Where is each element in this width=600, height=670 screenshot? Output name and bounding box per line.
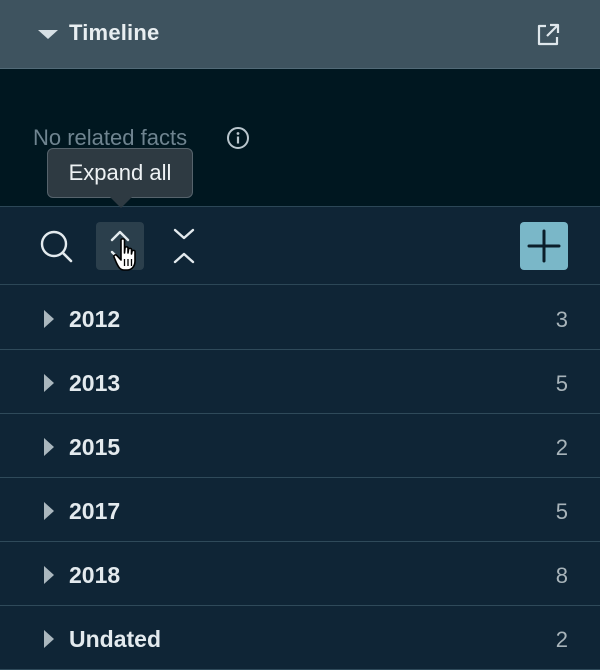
group-count: 3 (555, 307, 568, 332)
external-link-icon[interactable] (534, 21, 562, 49)
group-count: 8 (555, 563, 568, 588)
tooltip-arrow (110, 197, 132, 208)
caret-right-icon[interactable] (44, 502, 54, 520)
expand-all-icon (110, 230, 130, 262)
timeline-group-row[interactable]: 2015 2 (0, 414, 600, 478)
group-label: 2012 (69, 306, 121, 332)
caret-right-icon[interactable] (44, 310, 54, 328)
caret-down-icon[interactable] (38, 30, 58, 39)
timeline-group-row[interactable]: Undated 2 (0, 606, 600, 670)
caret-right-icon[interactable] (44, 374, 54, 392)
expand-all-button[interactable] (96, 222, 144, 270)
group-label: 2017 (69, 498, 121, 524)
plus-icon (527, 229, 561, 263)
timeline-group-row[interactable]: 2012 3 (0, 286, 600, 350)
group-label: 2018 (69, 562, 121, 588)
timeline-groups: 2012 3 2013 5 2015 2 2017 5 2018 8 Undated 2 (0, 286, 600, 670)
group-count: 2 (555, 627, 568, 652)
timeline-group-row[interactable]: 2013 5 (0, 350, 600, 414)
expand-all-tooltip: Expand all (47, 148, 193, 208)
collapse-all-icon[interactable] (170, 227, 198, 265)
timeline-toolbar (0, 207, 600, 285)
caret-right-icon[interactable] (44, 630, 54, 648)
timeline-header: Timeline (0, 0, 600, 69)
timeline-group-row[interactable]: 2018 8 (0, 542, 600, 606)
group-count: 5 (555, 371, 568, 396)
add-button[interactable] (520, 222, 568, 270)
tooltip-text: Expand all (68, 160, 172, 185)
group-count: 5 (555, 499, 568, 524)
group-label: 2013 (69, 370, 121, 396)
panel-title: Timeline (69, 20, 160, 45)
caret-right-icon[interactable] (44, 438, 54, 456)
search-icon[interactable] (38, 228, 74, 264)
timeline-group-row[interactable]: 2017 5 (0, 478, 600, 542)
group-label: Undated (69, 626, 161, 652)
group-count: 2 (555, 435, 568, 460)
group-label: 2015 (69, 434, 121, 460)
caret-right-icon[interactable] (44, 566, 54, 584)
info-icon[interactable] (226, 126, 250, 150)
